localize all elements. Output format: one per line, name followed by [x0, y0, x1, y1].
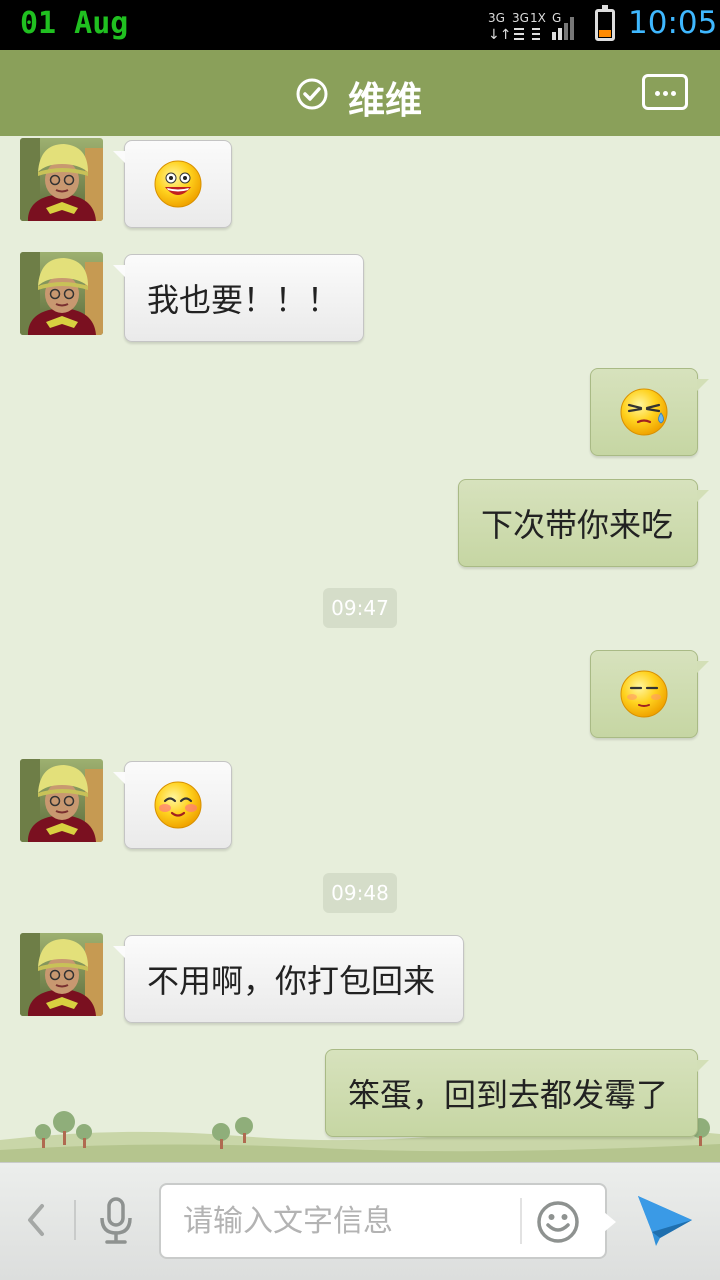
status-date: 01 Aug: [20, 6, 129, 41]
input-notch: [604, 1212, 616, 1232]
network-signal-icon: 3G ↓↑ 3G 1X G: [488, 11, 574, 42]
relieved-face-icon: [620, 670, 668, 718]
avatar[interactable]: [20, 138, 103, 221]
svg-text:↓↑: ↓↑: [488, 27, 511, 42]
divider: [74, 1200, 76, 1240]
status-bar: 01 Aug 3G ↓↑ 3G 1X G 10:05: [0, 0, 720, 50]
more-icon[interactable]: [642, 74, 688, 110]
network-label-1: 3G: [488, 11, 505, 25]
avatar[interactable]: [20, 759, 103, 842]
message-bubble[interactable]: [590, 650, 709, 738]
smiley-icon[interactable]: [536, 1200, 580, 1244]
network-label-3: 1X: [530, 11, 546, 25]
avatar[interactable]: [20, 252, 103, 335]
message-bubble[interactable]: [113, 761, 232, 849]
message-bubble[interactable]: 下次带你来吃: [458, 479, 709, 567]
timestamp: 09:47: [323, 588, 397, 628]
message-bubble[interactable]: [113, 140, 232, 228]
message-text: 下次带你来吃: [481, 506, 674, 544]
microphone-icon[interactable]: [96, 1196, 136, 1246]
message-text: 笨蛋，回到去都发霉了: [348, 1076, 669, 1114]
check-circle-icon: [296, 78, 328, 110]
status-time: 10:05: [628, 5, 718, 41]
blushing-face-icon: [154, 781, 202, 829]
page-title: 维维: [348, 79, 422, 122]
message-text: 不用啊，你打包回来: [147, 962, 436, 1000]
avatar[interactable]: [20, 933, 103, 1016]
message-bubble[interactable]: 我也要！！！: [113, 254, 364, 342]
chevron-left-icon[interactable]: [22, 1200, 52, 1240]
header-edge: [0, 128, 720, 136]
sweat-face-icon: [620, 388, 668, 436]
timestamp: 09:48: [323, 873, 397, 913]
message-text: 我也要！！！: [147, 281, 340, 319]
message-bubble[interactable]: 不用啊，你打包回来: [113, 935, 464, 1023]
message-bubble[interactable]: 笨蛋，回到去都发霉了: [325, 1049, 709, 1137]
send-icon[interactable]: [636, 1194, 694, 1246]
grinning-face-icon: [154, 160, 202, 208]
battery-icon: [595, 5, 615, 41]
message-bubble[interactable]: [590, 368, 709, 456]
network-label-2: 3G: [512, 11, 529, 25]
divider: [520, 1198, 522, 1244]
network-label-4: G: [552, 11, 561, 25]
